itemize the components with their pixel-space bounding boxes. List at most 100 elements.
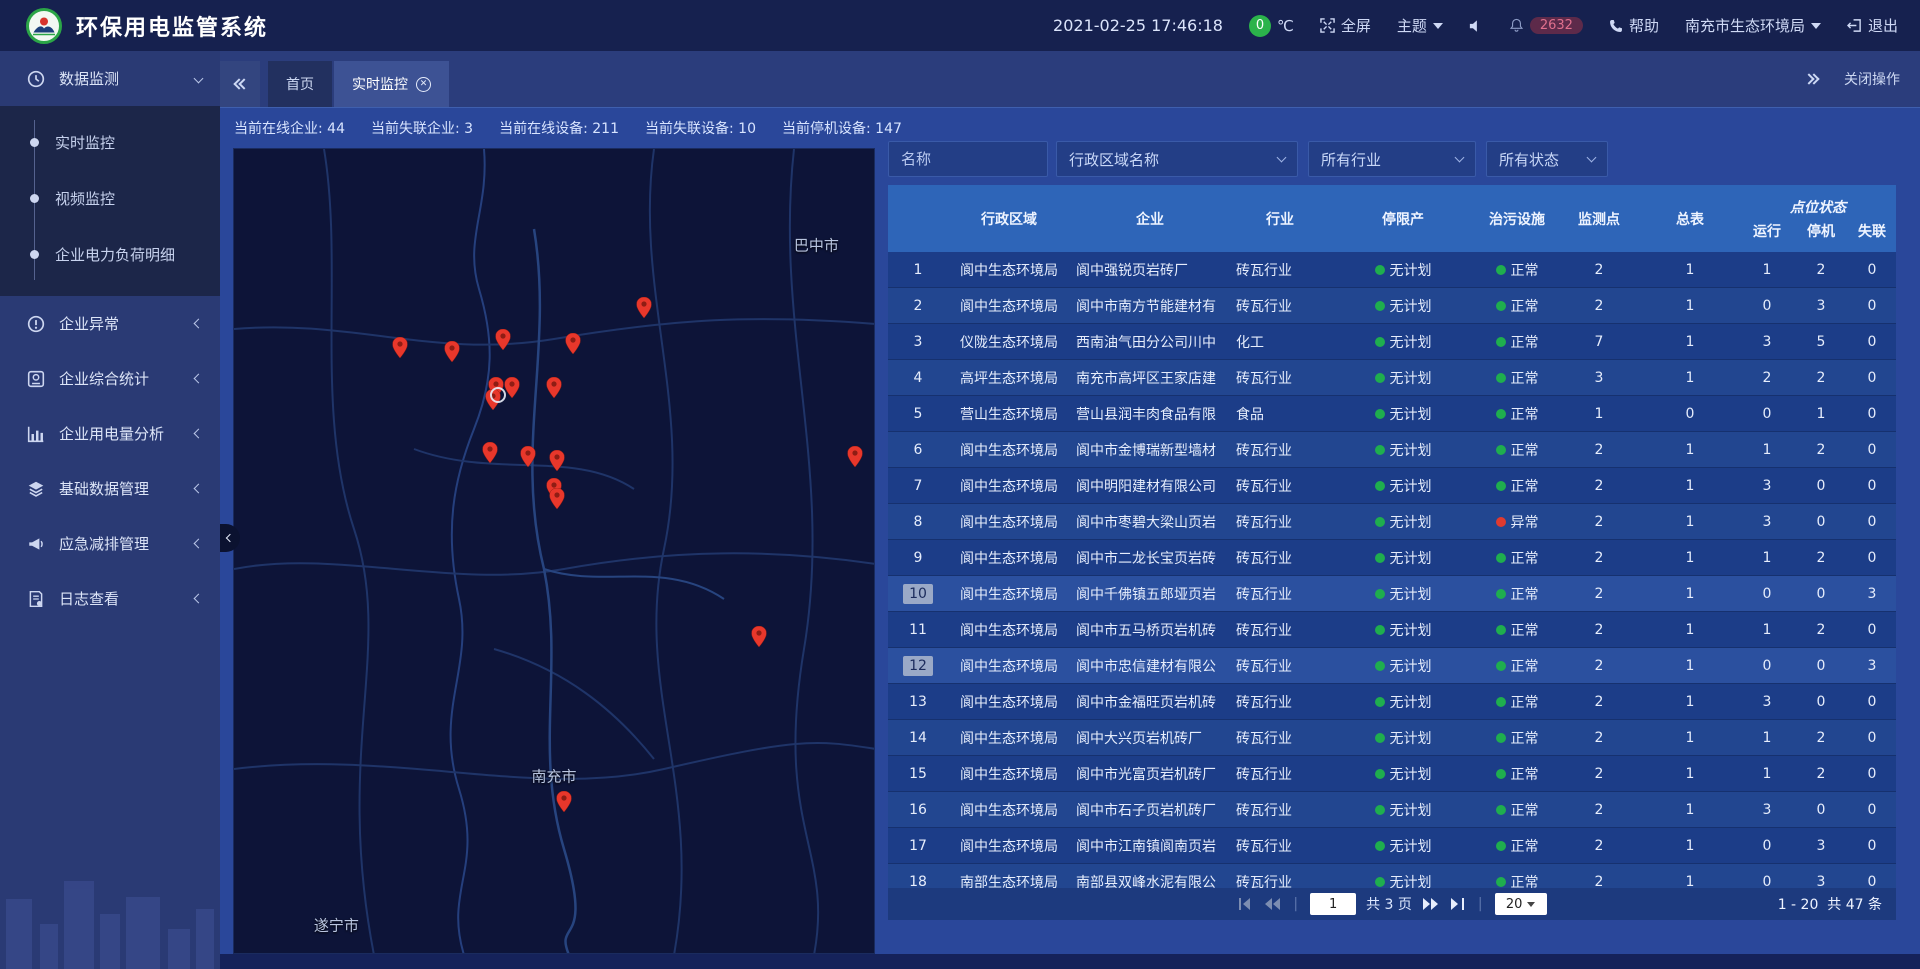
table-row[interactable]: 11 阆中生态环境局 阆中市五马桥页岩机砖 砖瓦行业 无计划 正常 2 1 1 …	[888, 612, 1896, 648]
sound-toggle-button[interactable]	[1469, 19, 1483, 33]
sidebar-subitem[interactable]: 企业电力负荷明细	[0, 226, 220, 282]
industry-filter-select[interactable]: 所有行业	[1308, 141, 1476, 177]
cell-stop: 0	[1794, 514, 1848, 530]
total-count-label: 共 47 条	[1827, 897, 1882, 913]
table-row[interactable]: 10 阆中生态环境局 阆中千佛镇五郎垭页岩 砖瓦行业 无计划 正常 2 1 0 …	[888, 576, 1896, 612]
cell-region: 营山生态环境局	[948, 404, 1070, 424]
tab-bar: 首页实时监控✕ 关闭操作	[220, 51, 1920, 108]
cell-facility-status: 正常	[1476, 800, 1558, 820]
table-row[interactable]: 16 阆中生态环境局 阆中市石子页岩机砖厂 砖瓦行业 无计划 正常 2 1 3 …	[888, 792, 1896, 828]
cell-points: 2	[1558, 478, 1640, 494]
fullscreen-button[interactable]: 全屏	[1320, 15, 1371, 36]
sidebar-subitem[interactable]: 实时监控	[0, 114, 220, 170]
tab-实时监控[interactable]: 实时监控✕	[334, 61, 449, 107]
table-row[interactable]: 6 阆中生态环境局 阆中市金博瑞新型墙材 砖瓦行业 无计划 正常 2 1 1 2…	[888, 432, 1896, 468]
map-pin[interactable]	[847, 446, 862, 467]
last-page-button[interactable]	[1450, 897, 1466, 911]
map-panel[interactable]: 巴中市南充市遂宁市	[233, 148, 875, 954]
table-row[interactable]: 1 阆中生态环境局 阆中强锐页岩砖厂 砖瓦行业 无计划 正常 2 1 1 2 0	[888, 252, 1896, 288]
cell-meters: 1	[1640, 586, 1740, 602]
cell-industry: 砖瓦行业	[1230, 836, 1330, 856]
sidebar-item-7[interactable]: 日志查看	[0, 571, 220, 626]
theme-dropdown[interactable]: 主题	[1397, 15, 1443, 36]
table-row[interactable]: 7 阆中生态环境局 阆中明阳建材有限公司 砖瓦行业 无计划 正常 2 1 3 0…	[888, 468, 1896, 504]
cell-industry: 食品	[1230, 404, 1330, 424]
map-pin[interactable]	[393, 337, 408, 358]
table-row[interactable]: 18 南部生态环境局 南部县双峰水泥有限公 砖瓦行业 无计划 正常 2 1 0 …	[888, 864, 1896, 888]
page-number-input[interactable]	[1310, 893, 1356, 915]
next-page-button[interactable]	[1422, 897, 1440, 911]
cell-run: 3	[1740, 334, 1794, 350]
table-row[interactable]: 12 阆中生态环境局 阆中市忠信建材有限公 砖瓦行业 无计划 正常 2 1 0 …	[888, 648, 1896, 684]
map-pin[interactable]	[444, 341, 459, 362]
cell-lost: 3	[1848, 586, 1896, 602]
cell-meters: 1	[1640, 478, 1740, 494]
status-filter-select[interactable]: 所有状态	[1486, 141, 1608, 177]
name-filter-field[interactable]	[888, 141, 1048, 177]
map-pin[interactable]	[495, 329, 510, 350]
cell-points: 2	[1558, 442, 1640, 458]
megaphone-icon	[27, 535, 47, 553]
map-pin[interactable]	[505, 377, 520, 398]
sidebar-item-5[interactable]: 基础数据管理	[0, 461, 220, 516]
previous-page-button[interactable]	[1263, 897, 1281, 911]
cell-lost: 0	[1848, 694, 1896, 710]
map-pin[interactable]	[556, 791, 571, 812]
cell-industry: 砖瓦行业	[1230, 692, 1330, 712]
logout-button[interactable]: 退出	[1847, 15, 1898, 36]
status-dot-green	[1496, 661, 1506, 671]
sidebar-item-4[interactable]: 企业用电量分析	[0, 406, 220, 461]
sidebar-item-6[interactable]: 应急减排管理	[0, 516, 220, 571]
map-pin[interactable]	[636, 297, 651, 318]
sidebar-subitem[interactable]: 视频监控	[0, 170, 220, 226]
cell-facility-status: 正常	[1476, 296, 1558, 316]
table-row[interactable]: 5 营山生态环境局 营山县润丰肉食品有限 食品 无计划 正常 1 0 0 1 0	[888, 396, 1896, 432]
col-header-company: 企业	[1070, 185, 1230, 252]
region-filter-select[interactable]: 行政区域名称	[1056, 141, 1298, 177]
cell-lost: 0	[1848, 514, 1896, 530]
cell-region: 高坪生态环境局	[948, 368, 1070, 388]
status-dot-green	[1375, 373, 1385, 383]
sidebar-item-1[interactable]: 数据监测	[0, 51, 220, 106]
close-icon[interactable]: ✕	[416, 77, 431, 92]
table-row[interactable]: 9 阆中生态环境局 阆中市二龙长宝页岩砖 砖瓦行业 无计划 正常 2 1 1 2…	[888, 540, 1896, 576]
tabs-scroll-left-button[interactable]	[220, 61, 260, 107]
page-size-select[interactable]: 20	[1495, 893, 1547, 915]
double-chevron-right-icon[interactable]	[1808, 75, 1818, 83]
table-row[interactable]: 4 高坪生态环境局 南充市高坪区王家店建 砖瓦行业 无计划 正常 3 1 2 2…	[888, 360, 1896, 396]
status-dot-green	[1496, 697, 1506, 707]
table-row[interactable]: 14 阆中生态环境局 阆中大兴页岩机砖厂 砖瓦行业 无计划 正常 2 1 1 2…	[888, 720, 1896, 756]
sidebar-item-2[interactable]: 企业异常	[0, 296, 220, 351]
map-pin[interactable]	[483, 442, 498, 463]
sidebar-item-3[interactable]: 企业综合统计	[0, 351, 220, 406]
col-header-index	[888, 185, 948, 252]
cell-limit-status: 无计划	[1330, 872, 1476, 889]
tab-首页[interactable]: 首页	[268, 61, 332, 107]
cell-index: 14	[888, 728, 948, 748]
table-row[interactable]: 3 仪陇生态环境局 西南油气田分公司川中 化工 无计划 正常 7 1 3 5 0	[888, 324, 1896, 360]
map-pin[interactable]	[550, 488, 565, 509]
first-page-button[interactable]	[1237, 897, 1253, 911]
cell-index: 15	[888, 764, 948, 784]
name-filter-input[interactable]	[901, 150, 1035, 168]
map-pin[interactable]	[550, 450, 565, 471]
close-operations-button[interactable]: 关闭操作	[1844, 69, 1900, 89]
help-button[interactable]: 帮助	[1609, 15, 1659, 36]
bell-icon	[1509, 18, 1524, 33]
map-pin[interactable]	[547, 377, 562, 398]
status-dot-green	[1375, 409, 1385, 419]
stat-label: 当前在线设备	[499, 121, 583, 137]
org-label: 南充市生态环境局	[1685, 15, 1805, 36]
sidebar-submenu: 实时监控视频监控企业电力负荷明细	[0, 106, 220, 296]
cell-points: 2	[1558, 622, 1640, 638]
table-row[interactable]: 17 阆中生态环境局 阆中市江南镇阆南页岩 砖瓦行业 无计划 正常 2 1 0 …	[888, 828, 1896, 864]
table-row[interactable]: 15 阆中生态环境局 阆中市光富页岩机砖厂 砖瓦行业 无计划 正常 2 1 1 …	[888, 756, 1896, 792]
table-row[interactable]: 8 阆中生态环境局 阆中市枣碧大梁山页岩 砖瓦行业 无计划 异常 2 1 3 0…	[888, 504, 1896, 540]
map-pin[interactable]	[566, 333, 581, 354]
org-dropdown[interactable]: 南充市生态环境局	[1685, 15, 1821, 36]
map-pin[interactable]	[751, 626, 766, 647]
table-row[interactable]: 2 阆中生态环境局 阆中市南方节能建材有 砖瓦行业 无计划 正常 2 1 0 3…	[888, 288, 1896, 324]
map-pin[interactable]	[521, 446, 536, 467]
notifications[interactable]: 2632	[1509, 17, 1583, 34]
table-row[interactable]: 13 阆中生态环境局 阆中市金福旺页岩机砖 砖瓦行业 无计划 正常 2 1 3 …	[888, 684, 1896, 720]
